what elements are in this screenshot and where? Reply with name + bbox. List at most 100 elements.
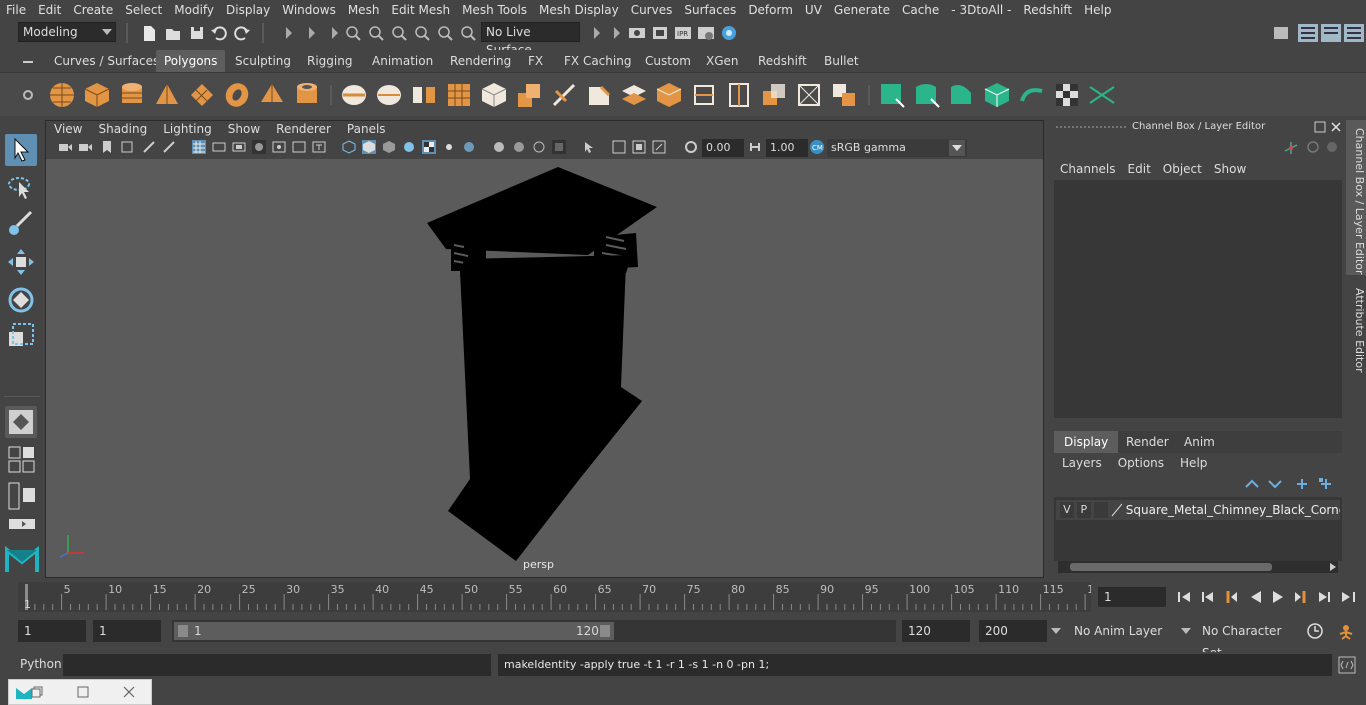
animation-end-field[interactable]: 200: [979, 620, 1047, 642]
menu-curves[interactable]: Curves: [625, 0, 679, 20]
play-forwards-icon[interactable]: [1270, 589, 1286, 605]
use-all-lights-icon[interactable]: [422, 140, 436, 154]
merge-icon[interactable]: [760, 81, 788, 109]
play-backwards-icon[interactable]: [1248, 589, 1264, 605]
channel-box-menu-edit[interactable]: Edit: [1122, 162, 1157, 176]
time-slider[interactable]: 5 10 15 20 25 30 35 40 45 50 55 60 65 70 75 80 85 90 95 100…: [18, 582, 1101, 612]
poly-cube-icon[interactable]: [83, 81, 111, 109]
shelf-menu-icon[interactable]: [22, 56, 34, 68]
panel-menu-view[interactable]: View: [46, 121, 90, 137]
poly-cylinder-icon[interactable]: [118, 81, 146, 109]
poly-pyramid-icon[interactable]: [258, 81, 286, 109]
multi-cut-icon[interactable]: [550, 81, 578, 109]
panel-menu-panels[interactable]: Panels: [339, 121, 394, 137]
extrude-icon[interactable]: [515, 81, 543, 109]
poly-torus-icon[interactable]: [223, 81, 251, 109]
menu-display[interactable]: Display: [220, 0, 276, 20]
current-frame-field[interactable]: 1: [1098, 587, 1166, 607]
center-pivot-icon[interactable]: [795, 81, 823, 109]
menu-surfaces[interactable]: Surfaces: [678, 0, 742, 20]
menu-cache[interactable]: Cache: [896, 0, 945, 20]
poly-plane-icon[interactable]: [188, 81, 216, 109]
redo-icon[interactable]: [233, 24, 251, 42]
menu-windows[interactable]: Windows: [276, 0, 342, 20]
render-view-icon[interactable]: [628, 24, 646, 42]
layout-two-pane-button[interactable]: [8, 446, 36, 474]
script-language-toggle[interactable]: Python: [20, 657, 62, 671]
menu-uv[interactable]: UV: [799, 0, 828, 20]
shelf-tab-rigging[interactable]: Rigging: [299, 50, 360, 72]
layout-timeline-button[interactable]: [8, 517, 36, 531]
menu-deform[interactable]: Deform: [742, 0, 799, 20]
close-icon[interactable]: [1330, 121, 1342, 133]
snap-to-point-icon[interactable]: [390, 24, 408, 42]
go-to-end-icon[interactable]: [1340, 589, 1356, 605]
safe-action-icon[interactable]: [292, 140, 306, 154]
select-camera-icon[interactable]: [58, 140, 72, 154]
scrollbar-thumb[interactable]: [1070, 563, 1272, 571]
new-layer-from-selection-icon[interactable]: [1318, 477, 1334, 491]
channel-box-menu-object[interactable]: Object: [1157, 162, 1208, 176]
menu-redshift[interactable]: Redshift: [1017, 0, 1078, 20]
save-scene-icon[interactable]: [188, 24, 206, 42]
field-chart-icon[interactable]: [272, 140, 286, 154]
bookmark-icon[interactable]: [100, 140, 114, 154]
step-forward-icon[interactable]: [1316, 589, 1332, 605]
color-space-selector[interactable]: sRGB gamma: [827, 139, 967, 157]
shelf-tab-curves-surfaces[interactable]: Curves / Surfaces: [46, 50, 167, 72]
layer-menu-help[interactable]: Help: [1172, 456, 1215, 470]
boolean-icon[interactable]: [830, 81, 858, 109]
menu-mesh-display[interactable]: Mesh Display: [533, 0, 625, 20]
insert-edge-loop-icon[interactable]: [725, 81, 753, 109]
smooth-icon[interactable]: [445, 81, 473, 109]
command-input[interactable]: [63, 654, 491, 676]
xray-icon[interactable]: [462, 140, 476, 154]
expand-arrow-icon[interactable]: [303, 24, 321, 42]
grid-icon[interactable]: [192, 140, 206, 154]
step-forward-key-icon[interactable]: [1292, 589, 1308, 605]
isolate-select-icon[interactable]: [582, 140, 596, 154]
move-layer-down-icon[interactable]: [1267, 477, 1283, 491]
expand-arrow-icon[interactable]: [280, 24, 298, 42]
new-layer-icon[interactable]: [1294, 477, 1310, 491]
separate-icon[interactable]: [375, 81, 403, 109]
new-scene-icon[interactable]: [140, 24, 158, 42]
poly-pipe-icon[interactable]: [293, 81, 321, 109]
expand-arrow-icon[interactable]: [608, 24, 626, 42]
manipulator-icon[interactable]: [1283, 140, 1299, 156]
lasso-tool[interactable]: [5, 172, 37, 204]
range-slider-handle[interactable]: 1 120: [174, 622, 614, 640]
tool-settings-toggle-icon[interactable]: [1320, 22, 1342, 44]
shelf-tab-redshift[interactable]: Redshift: [750, 50, 815, 72]
anim-layer-selector[interactable]: No Anim Layer: [1068, 620, 1178, 642]
shelf-settings-icon[interactable]: [22, 89, 34, 101]
screen-space-ao-icon[interactable]: [492, 140, 506, 154]
bridge-icon[interactable]: [620, 81, 648, 109]
gamma-field[interactable]: 1.00: [766, 139, 808, 157]
chevron-down-icon[interactable]: [1180, 627, 1192, 635]
layer-name[interactable]: Square_Metal_Chimney_Black_Corner_Ba: [1126, 503, 1340, 517]
expand-arrow-icon[interactable]: [326, 24, 344, 42]
menu-generate[interactable]: Generate: [828, 0, 896, 20]
wireframe-on-shaded-icon[interactable]: [382, 140, 396, 154]
undo-icon[interactable]: [210, 24, 228, 42]
layer-menu-layers[interactable]: Layers: [1054, 456, 1110, 470]
scroll-right-icon[interactable]: [1328, 562, 1338, 572]
restore-icon[interactable]: [31, 686, 43, 698]
mirror-icon[interactable]: [410, 81, 438, 109]
multisample-aa-icon[interactable]: [532, 140, 546, 154]
attribute-editor-toggle-icon[interactable]: [1297, 22, 1319, 44]
select-tool[interactable]: [5, 134, 37, 166]
shadows-icon[interactable]: [442, 140, 456, 154]
shelf-tab-custom[interactable]: Custom: [637, 50, 699, 72]
layer-playback-toggle[interactable]: P: [1076, 502, 1091, 518]
grease-pencil-icon[interactable]: [162, 140, 176, 154]
uv-editor-icon[interactable]: [1088, 81, 1116, 109]
range-end-grip[interactable]: [600, 625, 610, 637]
playback-start-field[interactable]: 1: [93, 620, 161, 642]
layer-menu-options[interactable]: Options: [1110, 456, 1172, 470]
image-plane-icon[interactable]: [120, 140, 134, 154]
poly-sphere-icon[interactable]: [48, 81, 76, 109]
script-editor-icon[interactable]: [1338, 656, 1356, 674]
range-start-grip[interactable]: [178, 625, 188, 637]
